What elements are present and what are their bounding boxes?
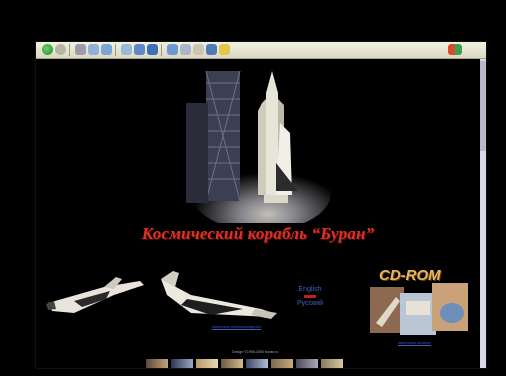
thumbnail[interactable] [296,359,318,368]
shuttle-link[interactable]: www.buran.ru/htm/molniya.htm [212,325,261,329]
cdrom-box-image[interactable] [370,283,470,339]
toolbar-separator [69,44,70,56]
discuss-icon[interactable] [206,44,217,55]
history-icon[interactable] [147,44,158,55]
cdrom-link[interactable]: www.buran.ru/cdrom [398,341,431,345]
refresh-icon[interactable] [88,44,99,55]
launch-pad-image [166,63,334,223]
shuttle-flight-image[interactable] [44,273,150,317]
messenger-icon[interactable] [219,44,230,55]
cdrom-title[interactable]: CD-ROM [379,267,441,284]
windows-logo-icon [448,44,462,55]
browser-window: Космический корабль “Буран” www.buran.ru… [36,42,486,368]
print-icon[interactable] [180,44,191,55]
toolbar-separator [115,44,116,56]
page-title: Космический корабль “Буран” [141,224,375,243]
browser-toolbar [36,42,486,59]
thumbnail[interactable] [221,359,243,368]
flag-divider [304,295,316,298]
edit-icon[interactable] [193,44,204,55]
thumbnail[interactable] [271,359,293,368]
thumbnail[interactable] [246,359,268,368]
footer-text: Design ©1998-2000 buran.ru [232,350,279,354]
shuttle-landing-image[interactable] [151,265,281,327]
english-link[interactable]: English [290,285,330,294]
forward-icon[interactable] [55,44,66,55]
mail-icon[interactable] [167,44,178,55]
stop-icon[interactable] [75,44,86,55]
page-content: Космический корабль “Буран” www.buran.ru… [36,59,480,368]
toolbar-separator [161,44,162,56]
russian-link[interactable]: Русский [290,299,330,308]
thumbnail[interactable] [146,359,168,368]
home-icon[interactable] [101,44,112,55]
language-switch: English Русский [290,285,330,308]
favorites-icon[interactable] [134,44,145,55]
thumbnail[interactable] [171,359,193,368]
search-icon[interactable] [121,44,132,55]
thumbnail-strip [146,359,343,368]
thumbnail[interactable] [196,359,218,368]
scrollbar-thumb[interactable] [480,61,486,151]
thumbnail[interactable] [321,359,343,368]
back-icon[interactable] [42,44,53,55]
photo-frame: Космический корабль “Буран” www.buran.ru… [0,0,506,376]
